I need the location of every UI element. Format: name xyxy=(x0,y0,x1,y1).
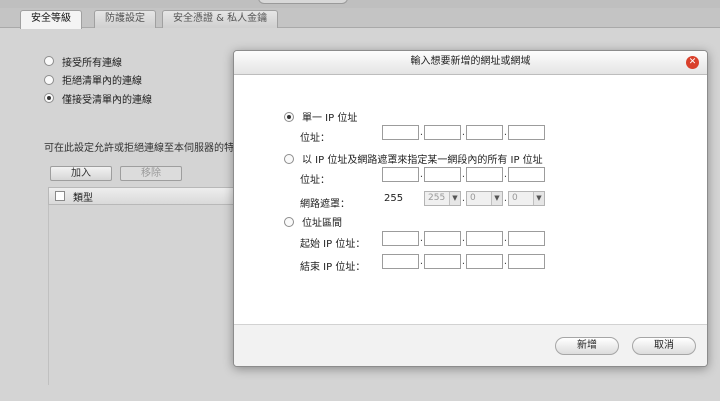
mask-octet-3-value: 0 xyxy=(470,193,476,203)
dialog-header: 輸入想要新增的網址或網域 ✕ xyxy=(234,51,707,75)
mask-octet-4-select[interactable]: 0 ▼ xyxy=(508,191,545,206)
select-all-checkbox[interactable] xyxy=(55,191,65,201)
top-strip xyxy=(0,0,720,8)
dialog-footer: 新增 取消 xyxy=(234,324,707,366)
range-start-input-group: . . . xyxy=(382,231,545,246)
tab-protection[interactable]: 防護設定 xyxy=(94,10,156,28)
tab-bar: 安全等級 防護設定 安全憑證 & 私人金鑰 xyxy=(0,8,720,29)
range-start-octet-1[interactable] xyxy=(382,231,419,246)
description-text: 可在此設定允許或拒絕連線至本伺服器的特定 xyxy=(44,143,234,154)
range-start-label: 起始 IP 位址： xyxy=(300,239,366,250)
radio-address-range[interactable]: 位址區間 xyxy=(284,214,342,229)
mask-octet-2-value: 255 xyxy=(428,193,446,203)
range-start-octet-3[interactable] xyxy=(466,231,503,246)
radio-accept-all[interactable]: 接受所有連線 xyxy=(44,52,152,71)
range-end-octet-3[interactable] xyxy=(466,254,503,269)
mask-octet-3-select[interactable]: 0 ▼ xyxy=(466,191,503,206)
add-button[interactable]: 新增 xyxy=(555,337,619,355)
chevron-down-icon: ▼ xyxy=(491,192,502,205)
mask-octet-4-value: 0 xyxy=(512,193,518,203)
single-ip-octet-4[interactable] xyxy=(508,125,545,140)
single-ip-label: 位址： xyxy=(300,133,330,144)
radio-label: 拒絕清單內的連線 xyxy=(62,76,142,88)
radio-button[interactable] xyxy=(44,56,54,67)
column-type: 類型 xyxy=(73,192,93,204)
tab-certificate[interactable]: 安全憑證 & 私人金鑰 xyxy=(162,10,279,28)
radio-label: 僅接受清單內的連線 xyxy=(62,94,152,106)
single-ip-octet-1[interactable] xyxy=(382,125,419,140)
subnet-ip-octet-2[interactable] xyxy=(424,167,461,182)
radio-label: 單一 IP 位址 xyxy=(302,113,358,124)
mask-octet-1: 255 xyxy=(384,193,404,204)
single-ip-input-group: . . . xyxy=(382,125,545,140)
tab-security-level[interactable]: 安全等級 xyxy=(20,10,82,29)
top-strip-tab-stub xyxy=(258,0,348,4)
range-start-octet-2[interactable] xyxy=(424,231,461,246)
radio-button[interactable] xyxy=(284,153,294,164)
radio-button[interactable] xyxy=(44,74,54,85)
add-address-dialog: 輸入想要新增的網址或網域 ✕ 單一 IP 位址 位址： . . . 以 IP 位… xyxy=(233,50,708,367)
cancel-button[interactable]: 取消 xyxy=(632,337,696,355)
subnet-ip-octet-3[interactable] xyxy=(466,167,503,182)
subnet-ip-input-group: . . . xyxy=(382,167,545,182)
subnet-ip-octet-1[interactable] xyxy=(382,167,419,182)
subnet-mask-group: 255 255 ▼. 0 ▼. 0 ▼ xyxy=(382,191,545,206)
range-end-input-group: . . . xyxy=(382,254,545,269)
range-end-octet-1[interactable] xyxy=(382,254,419,269)
subnet-mask-label: 網路遮罩： xyxy=(300,199,350,210)
subnet-ip-label: 位址： xyxy=(300,175,330,186)
close-icon[interactable]: ✕ xyxy=(686,56,699,69)
mask-octet-2-select[interactable]: 255 ▼ xyxy=(424,191,461,206)
connection-radio-list: 接受所有連線 拒絕清單內的連線 僅接受清單內的連線 xyxy=(44,52,152,108)
radio-allow-list[interactable]: 僅接受清單內的連線 xyxy=(44,89,152,108)
radio-deny-list[interactable]: 拒絕清單內的連線 xyxy=(44,71,152,90)
radio-single-ip[interactable]: 單一 IP 位址 xyxy=(284,109,357,124)
radio-label: 以 IP 位址及網路遮罩來指定某一網段內的所有 IP 位址 xyxy=(302,155,543,166)
radio-subnet[interactable]: 以 IP 位址及網路遮罩來指定某一網段內的所有 IP 位址 xyxy=(284,151,543,166)
radio-button[interactable] xyxy=(284,216,294,227)
list-header: 類型 xyxy=(48,187,238,205)
dialog-title: 輸入想要新增的網址或網域 xyxy=(410,56,531,67)
chevron-down-icon: ▼ xyxy=(533,192,544,205)
remove-entry-button[interactable]: 移除 xyxy=(120,166,182,181)
list-body xyxy=(48,205,238,385)
radio-button-selected[interactable] xyxy=(284,111,294,122)
chevron-down-icon: ▼ xyxy=(449,192,460,205)
subnet-ip-octet-4[interactable] xyxy=(508,167,545,182)
radio-label: 接受所有連線 xyxy=(62,57,122,69)
radio-button-selected[interactable] xyxy=(44,93,54,104)
single-ip-octet-3[interactable] xyxy=(466,125,503,140)
range-end-octet-2[interactable] xyxy=(424,254,461,269)
range-end-octet-4[interactable] xyxy=(508,254,545,269)
range-end-label: 結束 IP 位址： xyxy=(300,262,366,273)
range-start-octet-4[interactable] xyxy=(508,231,545,246)
radio-label: 位址區間 xyxy=(302,218,342,229)
add-entry-button[interactable]: 加入 xyxy=(50,166,112,181)
single-ip-octet-2[interactable] xyxy=(424,125,461,140)
list-toolbar: 加入 移除 xyxy=(50,166,182,181)
